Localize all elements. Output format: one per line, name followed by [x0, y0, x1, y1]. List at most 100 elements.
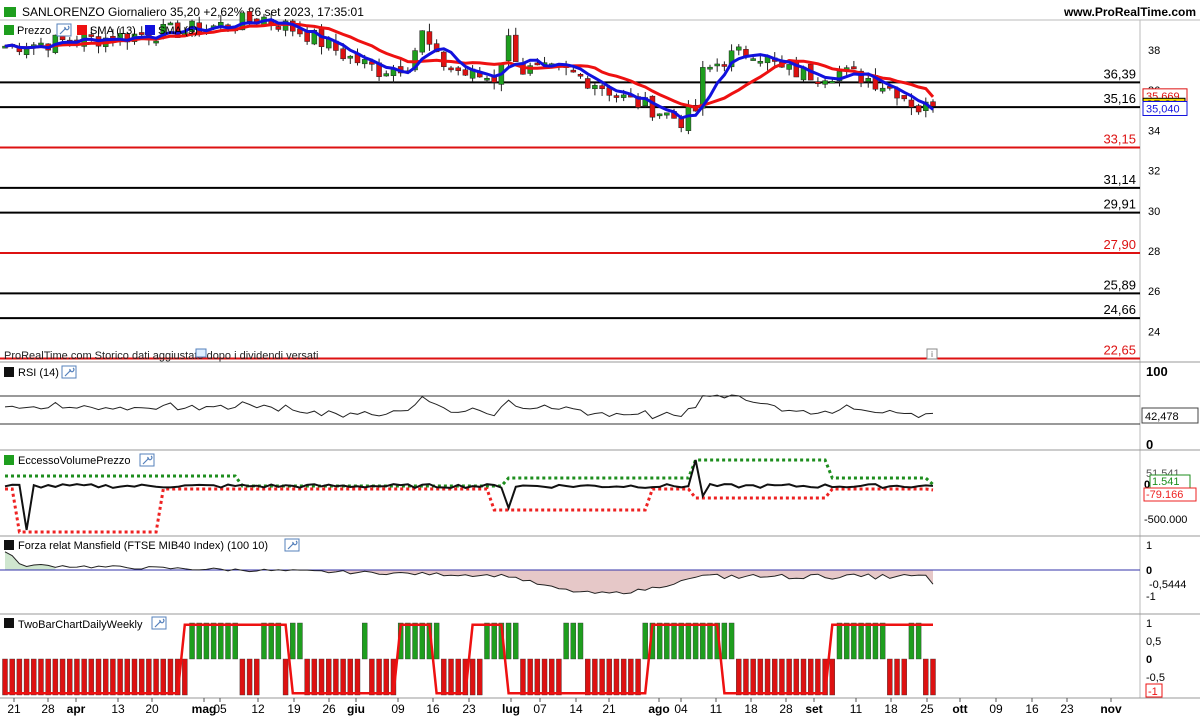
candle-body: [59, 36, 66, 41]
info-icon[interactable]: i: [926, 348, 938, 360]
twobar-bar: [584, 658, 591, 696]
twobar-bar: [74, 658, 80, 696]
twobar-bar: [656, 622, 663, 660]
twobar-bar: [563, 622, 569, 660]
rsi-tick-0: 0: [1146, 437, 1153, 452]
twobar-bar: [469, 658, 476, 696]
twobar-bar: [808, 658, 814, 696]
candle-body: [340, 48, 346, 60]
candle-body: [620, 94, 627, 98]
level-label-8: 22,65: [1103, 343, 1136, 358]
twobar-bar: [743, 658, 749, 696]
twobar-bar: [67, 658, 73, 696]
twobar-bar: [354, 658, 361, 696]
twobar-bar: [167, 658, 174, 696]
twobar-bar: [858, 622, 864, 660]
x-tick-label: 25: [920, 702, 934, 716]
wrench-icon[interactable]: [284, 538, 300, 552]
twobar-bar: [513, 622, 519, 660]
twobar-bar: [664, 622, 670, 660]
candle-body: [455, 67, 461, 71]
twobar-bar: [879, 622, 886, 660]
candle-body: [138, 32, 145, 35]
wrench-icon[interactable]: [139, 453, 155, 467]
twobar-tick-neg05: -0,5: [1146, 672, 1165, 684]
candle-body: [829, 81, 836, 84]
price-badge-label-sma5: 35,040: [1146, 103, 1180, 115]
price-tick-4: 30: [1148, 206, 1160, 218]
twobar-bar: [261, 622, 267, 660]
x-tick-label: apr: [67, 702, 86, 716]
calendar-icon[interactable]: [195, 348, 207, 358]
mansfield-swatch: [4, 540, 14, 550]
twobar-bar: [592, 658, 598, 696]
twobar-bar: [455, 658, 461, 696]
twobar-bar: [23, 658, 30, 696]
legend-label-prezzo: Prezzo: [17, 25, 51, 37]
twobar-bar: [505, 622, 512, 660]
twobar-bar: [138, 658, 145, 696]
candle-body: [441, 51, 447, 67]
twobar-bar: [88, 658, 95, 696]
x-tick-label: 21: [602, 702, 616, 716]
level-label-7: 24,66: [1103, 302, 1136, 317]
candle-body: [678, 118, 684, 129]
twobar-bar: [685, 622, 692, 660]
rsi-title: RSI (14): [18, 367, 59, 379]
mansfield-tick-1: 1: [1146, 540, 1152, 552]
twobar-bar: [628, 658, 634, 696]
level-label-6: 25,89: [1103, 277, 1136, 292]
volume-swatch: [4, 455, 14, 465]
twobar-bar: [851, 622, 857, 660]
candle-body: [930, 101, 936, 107]
level-label-3: 31,14: [1103, 172, 1136, 187]
x-tick-label: 16: [426, 702, 440, 716]
twobar-bar: [419, 622, 425, 660]
candle-body: [505, 35, 512, 62]
twobar-bar: [599, 658, 605, 696]
twobar-bar: [786, 658, 792, 696]
candle-body: [908, 99, 915, 108]
x-tick-label: 09: [989, 702, 1003, 716]
wrench-icon[interactable]: [151, 616, 167, 630]
candle-body: [721, 64, 728, 67]
chart-title: SANLORENZO Giornaliero 35,20 +2,62% 26 s…: [22, 5, 364, 19]
twobar-bar: [326, 658, 332, 696]
website-label[interactable]: www.ProRealTime.com: [1063, 5, 1196, 19]
legend-swatch-sma13: [77, 25, 87, 35]
candle-body: [361, 59, 368, 65]
candle-body: [383, 73, 390, 77]
twobar-bar: [383, 658, 389, 696]
chart-icon[interactable]: [4, 7, 16, 17]
twobar-bar: [160, 658, 166, 696]
wrench-icon[interactable]: [61, 365, 77, 379]
x-tick-label: 20: [145, 702, 159, 716]
wrench-icon[interactable]: [56, 23, 72, 37]
twobar-bar: [901, 658, 907, 696]
volume-title: EccessoVolumePrezzo: [18, 455, 131, 467]
twobar-bar: [527, 658, 533, 696]
twobar-bar: [793, 658, 800, 696]
legend-swatch-prezzo: [4, 25, 14, 35]
twobar-bar: [131, 658, 138, 696]
twobar-bar: [448, 658, 454, 696]
twobar-bar: [736, 658, 742, 696]
candle-body: [246, 11, 253, 22]
candle-body: [23, 48, 30, 56]
x-tick-label: 07: [533, 702, 547, 716]
volume-tick-min: -500.000: [1144, 514, 1187, 526]
legend-swatch-sma5: [145, 25, 155, 35]
twobar-bar: [340, 658, 346, 696]
volume-upper-value: 1.541: [1152, 476, 1180, 488]
twobar-bar: [110, 658, 116, 696]
twobar-bar: [815, 658, 821, 696]
rsi-swatch: [4, 367, 14, 377]
twobar-bar: [872, 622, 879, 660]
candle-body: [915, 105, 922, 113]
twobar-bar: [254, 658, 260, 696]
twobar-value-label: -1: [1148, 686, 1158, 698]
twobar-bar: [52, 658, 59, 696]
mansfield-title: Forza relat Mansfield (FTSE MIB40 Index)…: [18, 540, 268, 552]
candle-body: [275, 26, 282, 30]
twobar-bar: [369, 658, 375, 696]
